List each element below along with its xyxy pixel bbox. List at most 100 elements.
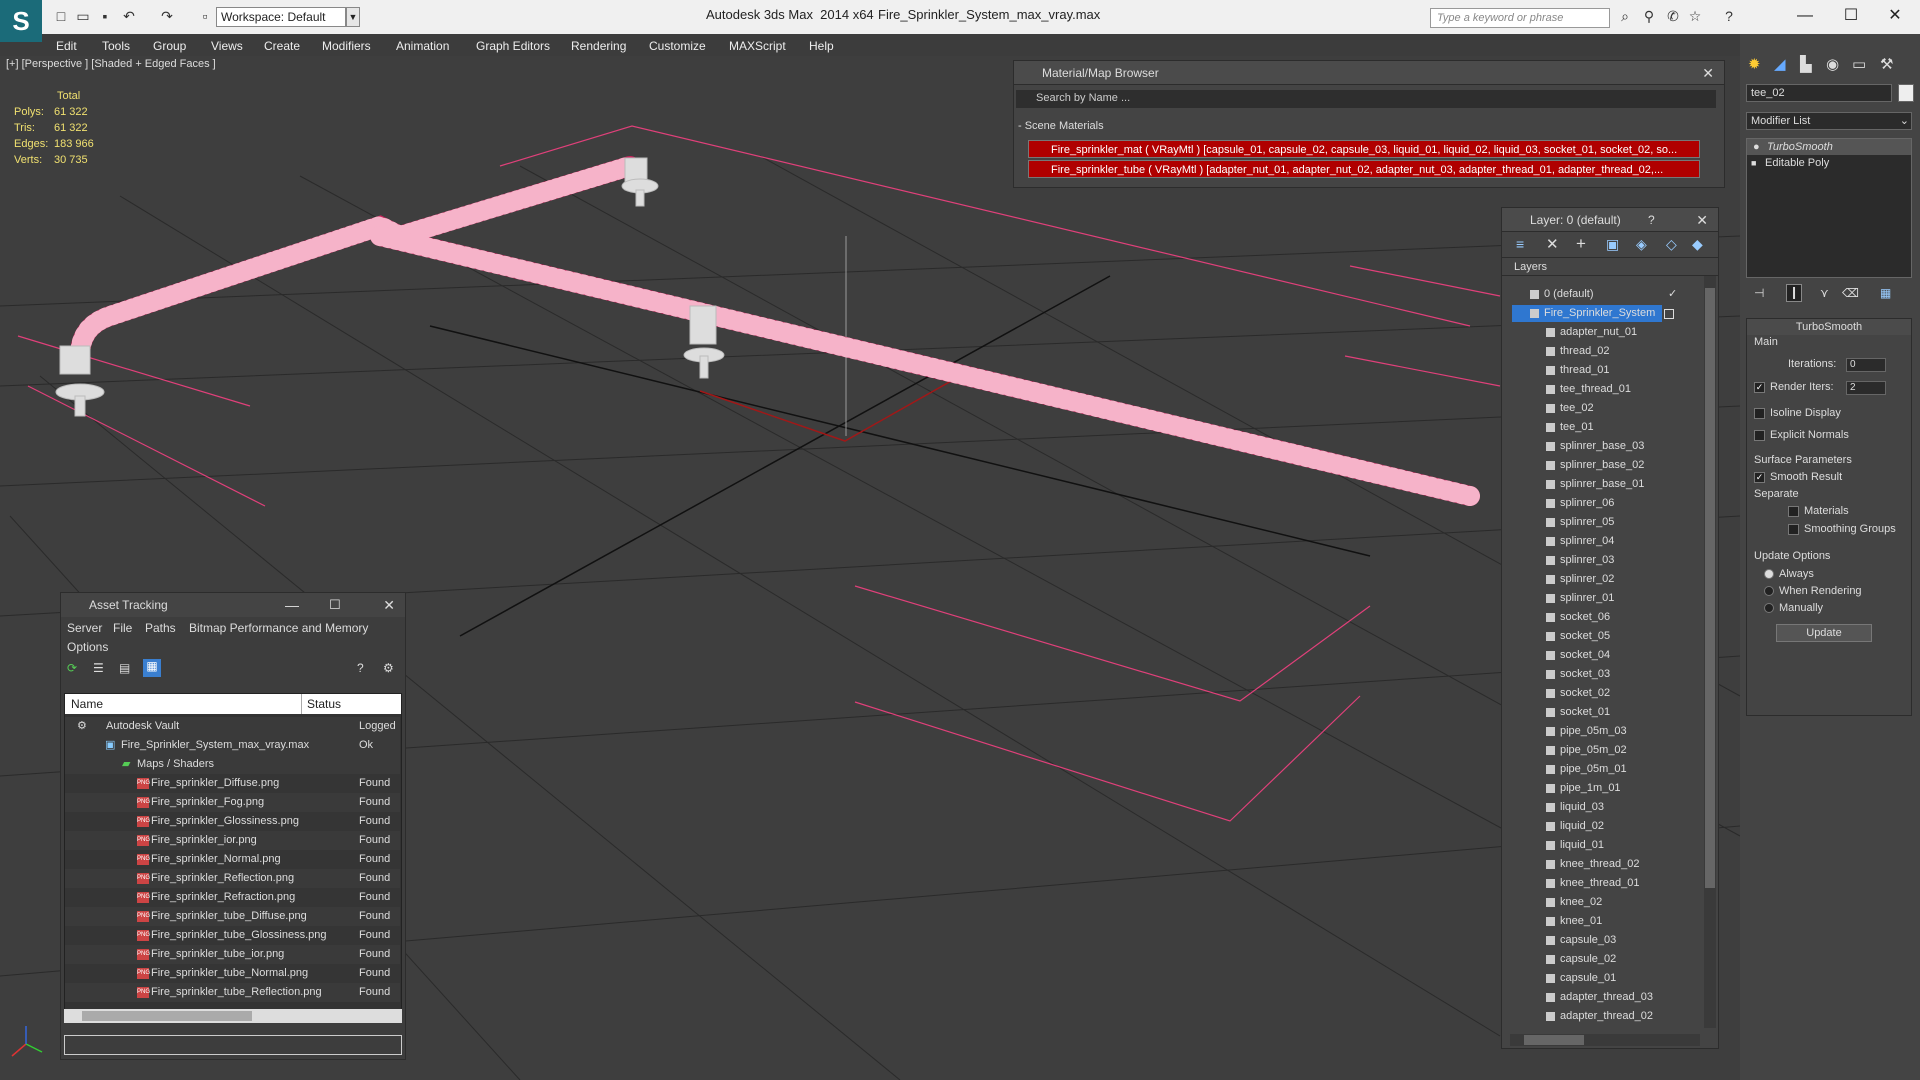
chevron-down-icon[interactable]: ▼ [346, 7, 360, 27]
layer-object-item[interactable]: liquid_02 [1512, 818, 1604, 835]
maximize-icon[interactable]: ☐ [329, 593, 341, 617]
asset-path-field[interactable] [64, 1035, 402, 1055]
project-folder-icon[interactable]: ▫ [196, 7, 214, 25]
layer-item-fire-sprinkler-system[interactable]: Fire_Sprinkler_System [1512, 305, 1662, 322]
menu-edit[interactable]: Edit [56, 39, 77, 53]
layer-object-item[interactable]: knee_01 [1512, 913, 1602, 930]
modifier-editable-poly[interactable]: ■ Editable Poly [1747, 155, 1911, 171]
asset-row-map[interactable]: PNGFire_sprinkler_Refraction.png Found [65, 888, 400, 907]
asset-row-map[interactable]: PNGFire_sprinkler_Normal.png Found [65, 850, 400, 869]
explicit-normals-checkbox[interactable] [1754, 429, 1765, 441]
layer-object-item[interactable]: liquid_01 [1512, 837, 1604, 854]
layer-object-item[interactable]: socket_03 [1512, 666, 1610, 683]
menu-bitmap-performance[interactable]: Bitmap Performance and Memory [189, 621, 368, 635]
modify-tab-icon[interactable]: ◢ [1774, 55, 1786, 73]
modifier-list-dropdown[interactable]: Modifier List ⌄ [1746, 112, 1912, 130]
object-name-field[interactable]: tee_02 [1746, 84, 1892, 102]
menu-rendering[interactable]: Rendering [571, 39, 626, 53]
render-iters-checkbox[interactable]: ✓ [1754, 381, 1765, 393]
menu-tools[interactable]: Tools [102, 39, 130, 53]
asset-h-scrollbar[interactable] [64, 1009, 402, 1023]
manually-radio[interactable] [1764, 603, 1774, 614]
menu-group[interactable]: Group [153, 39, 186, 53]
menu-create[interactable]: Create [264, 39, 300, 53]
layer-object-item[interactable]: splinrer_base_03 [1512, 438, 1644, 455]
layer-object-item[interactable]: splinrer_04 [1512, 533, 1614, 550]
create-tab-icon[interactable]: ✹ [1748, 55, 1761, 73]
layer-object-item[interactable]: splinrer_base_01 [1512, 476, 1644, 493]
layer-object-item[interactable]: knee_02 [1512, 894, 1602, 911]
layer-object-item[interactable]: knee_thread_01 [1512, 875, 1640, 892]
layer-object-item[interactable]: socket_04 [1512, 647, 1610, 664]
asset-row-map[interactable]: PNGFire_sprinkler_tube_Normal.png Found [65, 964, 400, 983]
help-icon[interactable]: ? [1720, 7, 1738, 25]
layer-object-item[interactable]: capsule_03 [1512, 932, 1616, 949]
material-row[interactable]: Fire_sprinkler_tube ( VRayMtl ) [adapter… [1028, 160, 1700, 178]
remove-modifier-icon[interactable]: ⌫ [1842, 286, 1859, 300]
app-logo-icon[interactable]: S [0, 0, 42, 42]
redo-icon[interactable]: ↷ [158, 7, 176, 25]
subscription-icon[interactable]: ⚲ [1640, 7, 1658, 25]
asset-row-file[interactable]: ▣ Fire_Sprinkler_System_max_vray.max Ok [65, 736, 400, 755]
layer-object-item[interactable]: splinrer_base_02 [1512, 457, 1644, 474]
smooth-result-checkbox[interactable]: ✓ [1754, 471, 1765, 483]
menu-animation[interactable]: Animation [396, 39, 449, 53]
rollout-title[interactable]: TurboSmooth [1747, 319, 1911, 335]
thumbnail-view-icon[interactable]: ▤ [119, 661, 130, 675]
layer-select-icon[interactable]: ≡ [1516, 236, 1524, 252]
layer-object-item[interactable]: capsule_01 [1512, 970, 1616, 987]
scene-materials-section[interactable]: - Scene Materials [1018, 120, 1104, 132]
select-objects-icon[interactable]: ◈ [1636, 236, 1647, 253]
layer-object-item[interactable]: pipe_05m_02 [1512, 742, 1627, 759]
pin-stack-icon[interactable]: ⊣ [1754, 286, 1764, 300]
always-radio[interactable] [1764, 569, 1774, 580]
asset-row-map[interactable]: PNGFire_sprinkler_Fog.png Found [65, 793, 400, 812]
menu-graph-editors[interactable]: Graph Editors [476, 39, 550, 53]
configure-sets-icon[interactable]: ▦ [1880, 286, 1891, 300]
layer-object-item[interactable]: pipe_05m_01 [1512, 761, 1627, 778]
make-unique-icon[interactable]: ⋎ [1820, 286, 1829, 300]
minimize-icon[interactable]: — [285, 593, 299, 617]
layer-box-icon[interactable] [1664, 309, 1674, 319]
add-selection-icon[interactable]: ▣ [1606, 236, 1619, 253]
delete-icon[interactable]: ✕ [1546, 235, 1559, 253]
close-icon[interactable]: ✕ [1702, 61, 1714, 85]
isoline-checkbox[interactable] [1754, 407, 1765, 419]
layer-object-item[interactable]: tee_02 [1512, 400, 1594, 417]
layer-object-item[interactable]: pipe_05m_03 [1512, 723, 1627, 740]
layer-object-item[interactable]: adapter_thread_03 [1512, 989, 1653, 1006]
close-icon[interactable]: ✕ [1696, 208, 1708, 232]
material-search-input[interactable]: Search by Name ... [1016, 90, 1716, 108]
undo-icon[interactable]: ↶ [120, 7, 138, 25]
layer-object-item[interactable]: adapter_nut_01 [1512, 324, 1637, 341]
lightbulb-icon[interactable]: ● [1753, 139, 1760, 155]
layer-object-item[interactable]: knee_thread_02 [1512, 856, 1640, 873]
viewport-label[interactable]: [+] [Perspective ] [Shaded + Edged Faces… [6, 58, 216, 70]
layer-object-item[interactable]: socket_01 [1512, 704, 1610, 721]
layer-object-item[interactable]: splinrer_02 [1512, 571, 1614, 588]
motion-tab-icon[interactable]: ◉ [1826, 55, 1839, 73]
new-file-icon[interactable]: □ [52, 7, 70, 25]
workspace-dropdown[interactable]: Workspace: Default [216, 7, 346, 27]
layers-column-header[interactable]: Layers [1502, 258, 1718, 276]
col-status[interactable]: Status [307, 694, 341, 714]
modifier-turbosmooth[interactable]: ● TurboSmooth [1747, 139, 1911, 155]
menu-help[interactable]: Help [809, 39, 834, 53]
layer-object-item[interactable]: socket_06 [1512, 609, 1610, 626]
utilities-tab-icon[interactable]: ⚒ [1880, 55, 1893, 73]
iterations-spinner[interactable]: 0 [1846, 358, 1886, 372]
close-icon[interactable]: ✕ [383, 593, 395, 617]
menu-file[interactable]: File [113, 621, 132, 635]
binoculars-icon[interactable]: ⌕ [1616, 7, 1634, 25]
layer-item-default[interactable]: 0 (default) ✓ [1512, 286, 1677, 303]
layer-object-item[interactable]: splinrer_01 [1512, 590, 1614, 607]
show-end-result-icon[interactable]: ❙ [1786, 284, 1802, 302]
asset-row-map[interactable]: PNGFire_sprinkler_ior.png Found [65, 831, 400, 850]
layer-object-item[interactable]: splinrer_05 [1512, 514, 1614, 531]
menu-server[interactable]: Server [67, 621, 102, 635]
layer-object-item[interactable]: socket_05 [1512, 628, 1610, 645]
help-icon[interactable]: ? [357, 661, 364, 675]
material-row[interactable]: Fire_sprinkler_mat ( VRayMtl ) [capsule_… [1028, 140, 1700, 158]
active-layer-icon[interactable]: ◆ [1692, 236, 1703, 253]
menu-modifiers[interactable]: Modifiers [322, 39, 371, 53]
